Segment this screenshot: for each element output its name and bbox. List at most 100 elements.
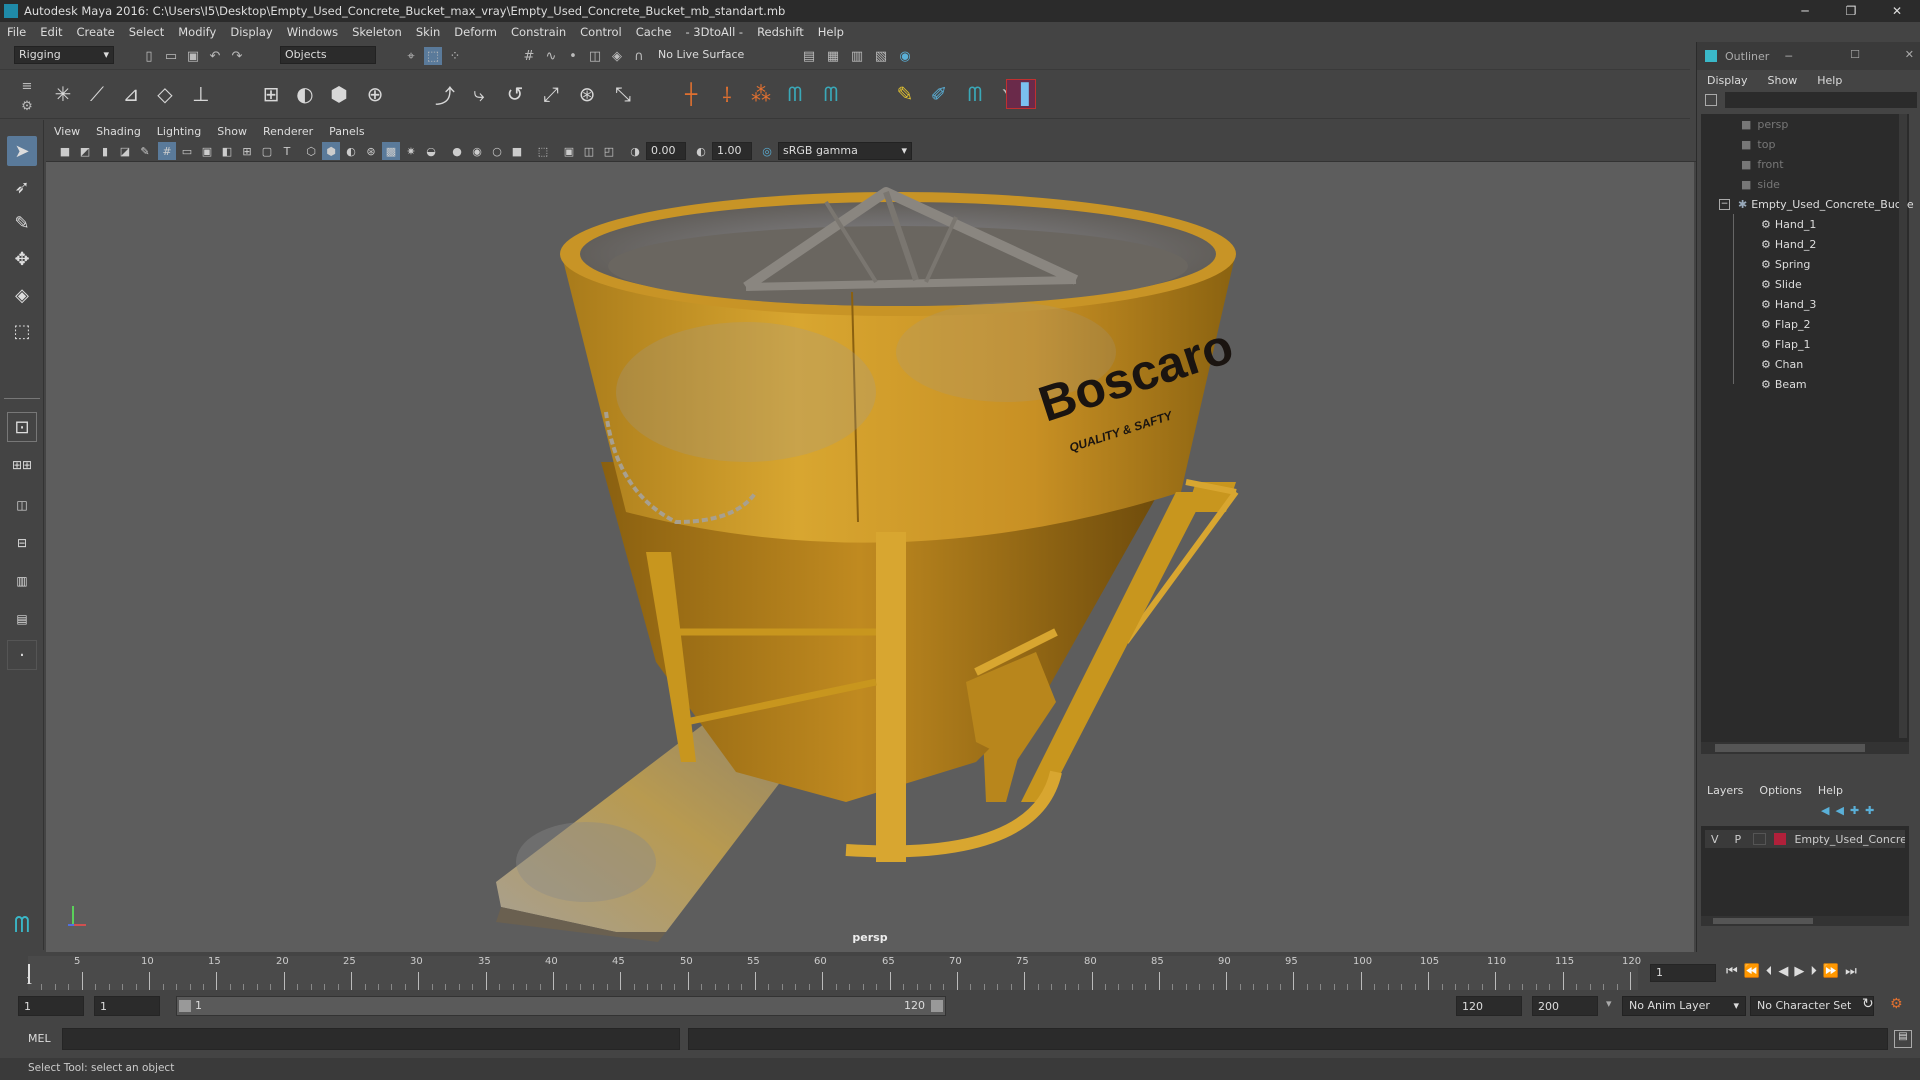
move-tool-icon[interactable]: ✥ xyxy=(7,244,37,274)
outliner-minimize-button[interactable]: ─ xyxy=(1785,50,1792,63)
step-forward-frame-icon[interactable]: ⏵ xyxy=(1810,964,1817,979)
default-material-icon[interactable]: ◐ xyxy=(342,142,360,160)
command-input[interactable] xyxy=(62,1028,680,1050)
panel-menu-panels[interactable]: Panels xyxy=(321,125,372,138)
hypershade-icon[interactable]: ◉ xyxy=(896,47,914,65)
go-to-start-icon[interactable]: ⏮ xyxy=(1726,964,1738,979)
outliner-camera-persp[interactable]: ■ persp xyxy=(1741,114,1788,134)
menu-skeleton[interactable]: Skeleton xyxy=(345,25,409,39)
wireframe-on-shaded-icon[interactable]: ⊛ xyxy=(362,142,380,160)
xray-joints-icon[interactable]: ◉ xyxy=(468,142,486,160)
bookmark-icon[interactable]: ▮ xyxy=(96,142,114,160)
mocap-icon[interactable]: ᗰ xyxy=(960,79,990,109)
step-forward-key-icon[interactable]: ⏩ xyxy=(1823,964,1839,979)
paint-weights-icon[interactable]: ⊥ xyxy=(186,79,216,109)
outliner-item-slide[interactable]: ⚙ Slide xyxy=(1761,274,1802,294)
exposure-field[interactable]: 0.00 xyxy=(646,142,686,160)
anim-layer-dropdown[interactable]: No Anim Layer ▾ xyxy=(1622,996,1746,1016)
four-pane-layout-icon[interactable]: ⊞⊞ xyxy=(7,450,37,480)
view-transform-dropdown[interactable]: sRGB gamma ▾ xyxy=(778,142,912,160)
menu-skin[interactable]: Skin xyxy=(409,25,447,39)
wrap-icon[interactable]: ⬢ xyxy=(324,79,354,109)
outliner-item-flap-2[interactable]: ⚙ Flap_2 xyxy=(1761,314,1810,334)
shadows-icon[interactable]: ◒ xyxy=(422,142,440,160)
outliner-filter-icon[interactable] xyxy=(1705,94,1717,106)
outliner-menu-display[interactable]: Display xyxy=(1697,72,1758,90)
layer-scrollbar[interactable] xyxy=(1701,916,1909,926)
ipr-render-icon[interactable]: ▥ xyxy=(848,47,866,65)
outliner-menu-show[interactable]: Show xyxy=(1758,72,1808,90)
open-scene-icon[interactable]: ▭ xyxy=(162,47,180,65)
snap-point-icon[interactable]: • xyxy=(564,47,582,65)
hik-character-icon[interactable]: ᗰ xyxy=(816,79,846,109)
panel-menu-view[interactable]: View xyxy=(46,125,88,138)
layer-row[interactable]: V P Empty_Used_Concrete xyxy=(1705,830,1905,848)
grid-toggle-icon[interactable]: # xyxy=(158,142,176,160)
graph-editor-layout-icon[interactable]: ⊟ xyxy=(7,528,37,558)
range-slider[interactable]: 1 120 xyxy=(176,996,946,1016)
time-slider[interactable]: 1 5 10 15 20 25 30 35 40 45 50 55 60 65 70 75 80 85 90 95 1… xyxy=(0,952,1920,992)
gamma-icon[interactable]: ◐ xyxy=(692,142,710,160)
layer-type-toggle[interactable] xyxy=(1753,833,1766,845)
cluster-icon[interactable]: ⊞ xyxy=(256,79,286,109)
playback-end-field[interactable]: 120 xyxy=(1456,996,1522,1016)
outliner-menu-help[interactable]: Help xyxy=(1807,72,1852,90)
color-management-icon[interactable]: ◎ xyxy=(758,142,776,160)
xray-icon[interactable]: ● xyxy=(448,142,466,160)
render-view-icon[interactable]: ▧ xyxy=(872,47,890,65)
snap-curve-icon[interactable]: ∿ xyxy=(542,47,560,65)
layers-menu-layers[interactable]: Layers xyxy=(1697,782,1753,800)
playback-start-field[interactable]: 1 xyxy=(94,996,160,1016)
panel-menu-lighting[interactable]: Lighting xyxy=(149,125,209,138)
menu-select[interactable]: Select xyxy=(122,25,171,39)
menu-display[interactable]: Display xyxy=(223,25,279,39)
undo-icon[interactable]: ↶ xyxy=(206,47,224,65)
paint-tool-icon[interactable]: ✐ xyxy=(924,79,954,109)
select-tool-icon[interactable]: ➤ xyxy=(7,136,37,166)
live-surface-label[interactable]: No Live Surface xyxy=(658,48,744,61)
side-by-side-layout-icon[interactable]: ◫ xyxy=(7,490,37,520)
layer-color-swatch[interactable] xyxy=(1773,833,1787,845)
menu-control[interactable]: Control xyxy=(573,25,629,39)
use-lights-icon[interactable]: ✷ xyxy=(402,142,420,160)
go-to-end-icon[interactable]: ⏭ xyxy=(1845,964,1857,979)
gamma-field[interactable]: 1.00 xyxy=(712,142,752,160)
layer-playback-toggle[interactable]: P xyxy=(1735,833,1742,846)
step-back-key-icon[interactable]: ⏪ xyxy=(1744,964,1760,979)
outliner-layout-icon[interactable]: ▥ xyxy=(7,566,37,596)
step-back-frame-icon[interactable]: ⏴ xyxy=(1766,964,1773,979)
ik-spline-icon[interactable]: ⊿ xyxy=(116,79,146,109)
exposure-icon[interactable]: ◑ xyxy=(626,142,644,160)
mirror-joint-icon[interactable]: ⁂ xyxy=(746,79,776,109)
film-gate-icon[interactable]: ▭ xyxy=(178,142,196,160)
ik-handle-icon[interactable]: ⟋ xyxy=(82,79,112,109)
custom-layout-icon[interactable]: · xyxy=(7,640,37,670)
maya-m-logo-icon[interactable]: ᗰ xyxy=(7,910,37,940)
scale-constraint-icon[interactable]: ⤢ xyxy=(536,79,566,109)
hik-icon[interactable]: ᗰ xyxy=(780,79,810,109)
scale-tool-icon[interactable]: ⬚ xyxy=(7,316,37,346)
skin-tool-icon[interactable]: ✎ xyxy=(890,79,920,109)
layers-menu-options[interactable]: Options xyxy=(1753,782,1807,800)
shelf-gear-icon[interactable]: ⚙ xyxy=(18,97,36,115)
hypershade-layout-icon[interactable]: ▤ xyxy=(7,604,37,634)
xray-active-icon[interactable]: ○ xyxy=(488,142,506,160)
snap-grid-icon[interactable]: # xyxy=(520,47,538,65)
menu-create[interactable]: Create xyxy=(70,25,122,39)
menu-file[interactable]: File xyxy=(0,25,33,39)
outliner-item-chan[interactable]: ⚙ Chan xyxy=(1761,354,1803,374)
outliner-item-spring[interactable]: ⚙ Spring xyxy=(1761,254,1810,274)
outliner-close-button[interactable]: ✕ xyxy=(1905,48,1914,61)
outliner-camera-side[interactable]: ■ side xyxy=(1741,174,1780,194)
magnet-icon[interactable]: ∩ xyxy=(630,47,648,65)
select-object-icon[interactable]: ⬚ xyxy=(424,47,442,65)
isolate-select-icon[interactable]: ⬚ xyxy=(534,142,552,160)
render-stats-icon[interactable]: ▐ xyxy=(1006,79,1036,109)
point-constraint-icon[interactable]: ⤴ xyxy=(430,79,460,109)
character-set-dropdown[interactable]: No Character Set xyxy=(1750,996,1874,1016)
selection-mask-dropdown[interactable]: Objects xyxy=(280,46,376,64)
textured-icon[interactable]: ▩ xyxy=(382,142,400,160)
grease-pencil-icon[interactable]: ✎ xyxy=(136,142,154,160)
collapse-icon[interactable]: − xyxy=(1719,198,1730,210)
panel-menu-show[interactable]: Show xyxy=(209,125,255,138)
